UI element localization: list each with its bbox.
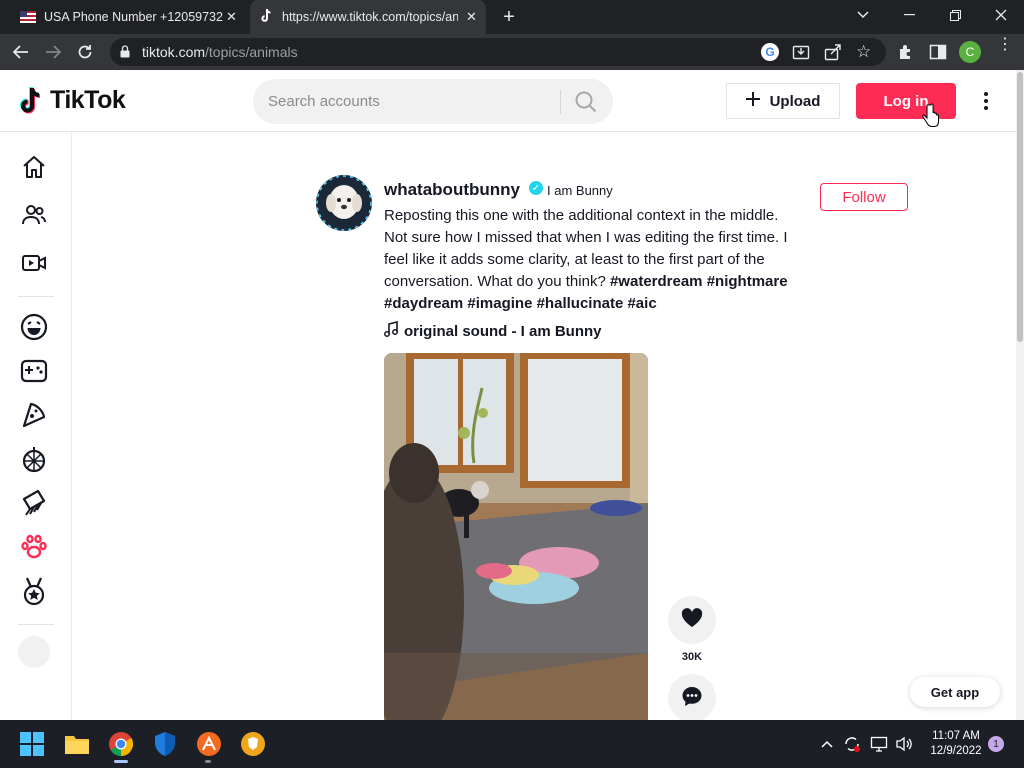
mouse-cursor-icon	[922, 103, 940, 134]
author-username[interactable]: whataboutbunny	[384, 180, 520, 200]
chrome-icon[interactable]	[107, 730, 135, 758]
home-icon[interactable]	[18, 151, 50, 183]
gaming-icon[interactable]	[18, 355, 50, 387]
back-icon[interactable]	[6, 34, 36, 70]
music-title: original sound - I am Bunny	[404, 322, 602, 340]
share-icon[interactable]	[824, 43, 842, 66]
like-count: 30K	[681, 651, 703, 663]
search-bar[interactable]	[253, 79, 613, 124]
like-button[interactable]	[668, 596, 716, 644]
search-input[interactable]	[268, 91, 548, 111]
sync-icon[interactable]	[843, 734, 861, 754]
author-nickname[interactable]: I am Bunny	[547, 183, 613, 198]
url-text[interactable]: tiktok.com/topics/animals	[142, 44, 298, 60]
tiktok-logo-text[interactable]: TikTok	[50, 86, 126, 115]
side-panel-icon[interactable]	[929, 43, 947, 66]
windows-start-icon[interactable]	[18, 730, 46, 758]
hashtag-link[interactable]: #hallucinate	[537, 295, 624, 312]
hashtag-link[interactable]: #waterdream	[610, 273, 703, 290]
suggested-account-avatar[interactable]	[18, 636, 50, 668]
search-icon[interactable]	[575, 91, 597, 118]
favicon-icon	[20, 11, 36, 23]
reload-icon[interactable]	[70, 34, 100, 70]
music-link[interactable]: original sound - I am Bunny	[384, 320, 602, 341]
hashtag-link[interactable]: #aic	[627, 295, 656, 312]
extensions-icon[interactable]	[897, 43, 915, 66]
close-tab-icon[interactable]: ✕	[226, 9, 237, 25]
upload-label: Upload	[769, 92, 821, 110]
browser-tab-phone-number[interactable]: USA Phone Number +12059732 ✕	[8, 0, 246, 34]
post-caption: Reposting this one with the additional c…	[384, 205, 804, 315]
close-window-button[interactable]	[978, 0, 1024, 30]
tab-title: USA Phone Number +12059732	[44, 10, 223, 24]
sidebar-divider	[18, 296, 54, 297]
tiktok-favicon-icon	[260, 8, 274, 27]
google-lens-icon[interactable]: G	[761, 43, 779, 61]
plus-icon	[745, 92, 760, 110]
volume-icon[interactable]	[895, 734, 913, 754]
animals-icon[interactable]	[18, 531, 50, 563]
comment-icon	[681, 685, 703, 712]
follow-button[interactable]: Follow	[820, 183, 908, 211]
food-icon[interactable]	[18, 399, 50, 431]
sidebar-nav	[0, 132, 72, 720]
verified-badge-icon: ✓	[529, 181, 543, 195]
chrome-menu-icon[interactable]: ⋮	[997, 37, 1013, 53]
beauty-icon[interactable]	[18, 487, 50, 519]
hashtag-link[interactable]: #nightmare	[707, 273, 788, 290]
get-app-button[interactable]: Get app	[910, 677, 1000, 707]
hashtag-link[interactable]: #imagine	[467, 295, 532, 312]
tiktok-logo-icon[interactable]	[20, 86, 46, 121]
new-tab-button[interactable]: +	[498, 6, 520, 28]
clock-time: 11:07 AM	[932, 730, 980, 742]
live-icon[interactable]	[18, 247, 50, 279]
active-app-indicator	[114, 760, 128, 763]
browser-tab-bar: USA Phone Number +12059732 ✕ https://www…	[0, 0, 1024, 34]
defender-shield-icon[interactable]	[151, 730, 179, 758]
login-button[interactable]: Log in	[856, 83, 956, 119]
taskbar-clock[interactable]: 11:07 AM 12/9/2022	[920, 729, 992, 759]
network-icon[interactable]	[870, 734, 888, 754]
running-app-indicator	[205, 760, 211, 763]
file-explorer-icon[interactable]	[63, 730, 91, 758]
url-domain: tiktok.com	[142, 44, 206, 60]
install-app-icon[interactable]	[792, 43, 810, 66]
bookmark-star-icon[interactable]: ☆	[856, 42, 871, 62]
clock-date: 12/9/2022	[930, 745, 982, 757]
notification-badge[interactable]: 1	[988, 736, 1004, 752]
comedy-icon[interactable]	[18, 311, 50, 343]
minimize-button[interactable]	[886, 0, 932, 30]
heart-icon	[681, 607, 703, 633]
lock-icon[interactable]	[120, 45, 130, 63]
dance-icon[interactable]	[18, 443, 50, 475]
author-avatar[interactable]	[316, 175, 372, 231]
chevron-up-icon[interactable]	[818, 734, 836, 754]
sports-icon[interactable]	[18, 575, 50, 607]
video-player[interactable]	[384, 353, 648, 720]
comment-button[interactable]	[668, 674, 716, 722]
restore-button[interactable]	[932, 0, 978, 30]
tab-search-icon[interactable]	[840, 0, 886, 30]
tab-title: https://www.tiktok.com/topics/an	[282, 10, 458, 24]
forward-icon[interactable]	[38, 34, 68, 70]
app-orange-icon[interactable]	[195, 730, 223, 758]
url-path: /topics/animals	[205, 44, 298, 60]
scrollbar-thumb[interactable]	[1017, 72, 1023, 342]
profile-avatar[interactable]: C	[959, 41, 981, 63]
music-note-icon	[384, 320, 398, 341]
hashtag-link[interactable]: #daydream	[384, 295, 463, 312]
search-divider	[560, 90, 561, 114]
brave-shield-icon[interactable]	[239, 730, 267, 758]
browser-tab-tiktok[interactable]: https://www.tiktok.com/topics/an ✕	[250, 0, 486, 34]
more-options-icon[interactable]	[975, 85, 997, 117]
sidebar-divider	[18, 624, 54, 625]
following-icon[interactable]	[18, 199, 50, 231]
close-tab-icon[interactable]: ✕	[466, 9, 477, 25]
upload-button[interactable]: Upload	[726, 83, 840, 119]
